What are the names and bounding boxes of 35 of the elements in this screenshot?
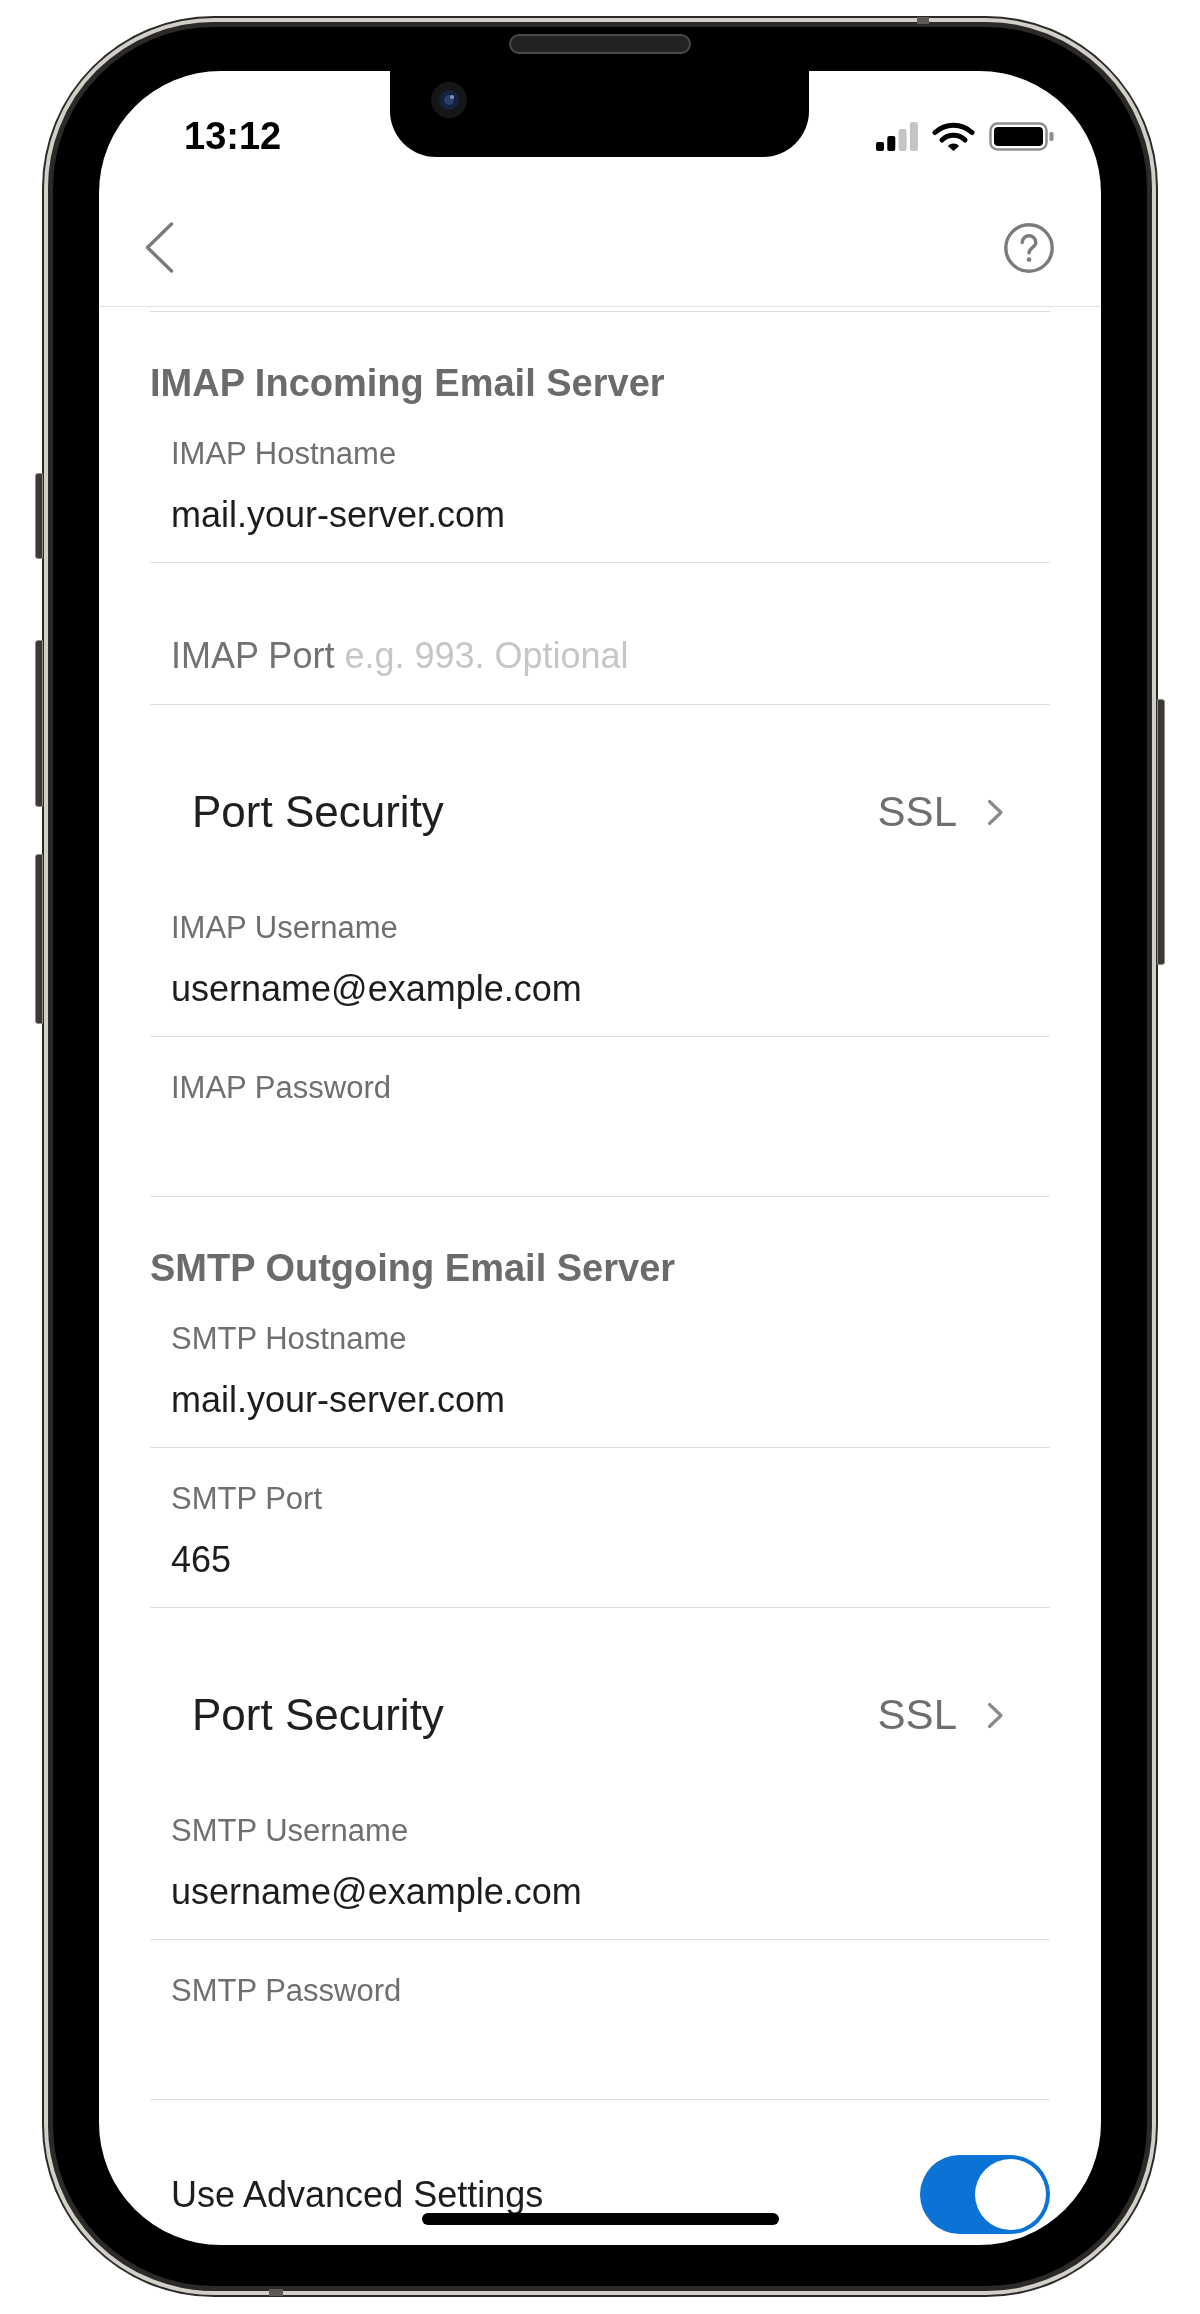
picker-row[interactable]: Port Security SSL	[150, 774, 1050, 850]
chevron-right-icon	[987, 1701, 1004, 1729]
signal-icon	[876, 121, 918, 151]
field-label: SMTP Username	[171, 1813, 409, 1849]
chevron-right-icon	[987, 798, 1004, 826]
antenna-band	[269, 2289, 283, 2296]
text-field[interactable]: username@example.com	[171, 1871, 1029, 1913]
text-field[interactable]: username@example.com	[171, 968, 1029, 1010]
status-time: 13:12	[184, 116, 282, 156]
text-field[interactable]: mail.your-server.com	[171, 1379, 1029, 1421]
field-label: IMAP Username	[171, 910, 398, 946]
side-button[interactable]	[35, 854, 43, 1024]
text-field[interactable]: 465	[171, 1539, 1029, 1581]
side-button[interactable]	[1157, 699, 1165, 965]
field-label: SMTP Password	[171, 1973, 402, 2009]
side-button[interactable]	[35, 640, 43, 807]
section-heading: SMTP Outgoing Email Server	[150, 1248, 676, 1288]
field-label: IMAP Password	[171, 1070, 391, 1106]
field-label: IMAP Hostname	[171, 436, 397, 472]
chevron-left-icon	[145, 222, 174, 273]
battery-icon	[989, 121, 1054, 151]
section-heading: IMAP Incoming Email Server	[150, 363, 665, 403]
camera-lens-icon	[431, 82, 467, 118]
antenna-band	[917, 17, 929, 24]
help-icon	[1004, 222, 1054, 273]
wifi-icon	[932, 121, 975, 151]
side-button[interactable]	[35, 473, 43, 559]
toggle-switch[interactable]	[920, 2155, 1050, 2234]
text-field[interactable]: mail.your-server.com	[171, 494, 1029, 536]
field-label: SMTP Hostname	[171, 1321, 407, 1357]
picker-row[interactable]: Port Security SSL	[150, 1677, 1050, 1753]
setting-label: Use Advanced Settings	[171, 2175, 544, 2214]
field-label: SMTP Port	[171, 1481, 323, 1517]
field-label: IMAP Port	[171, 635, 335, 677]
text-field[interactable]: e.g. 993. Optional	[344, 635, 1029, 677]
